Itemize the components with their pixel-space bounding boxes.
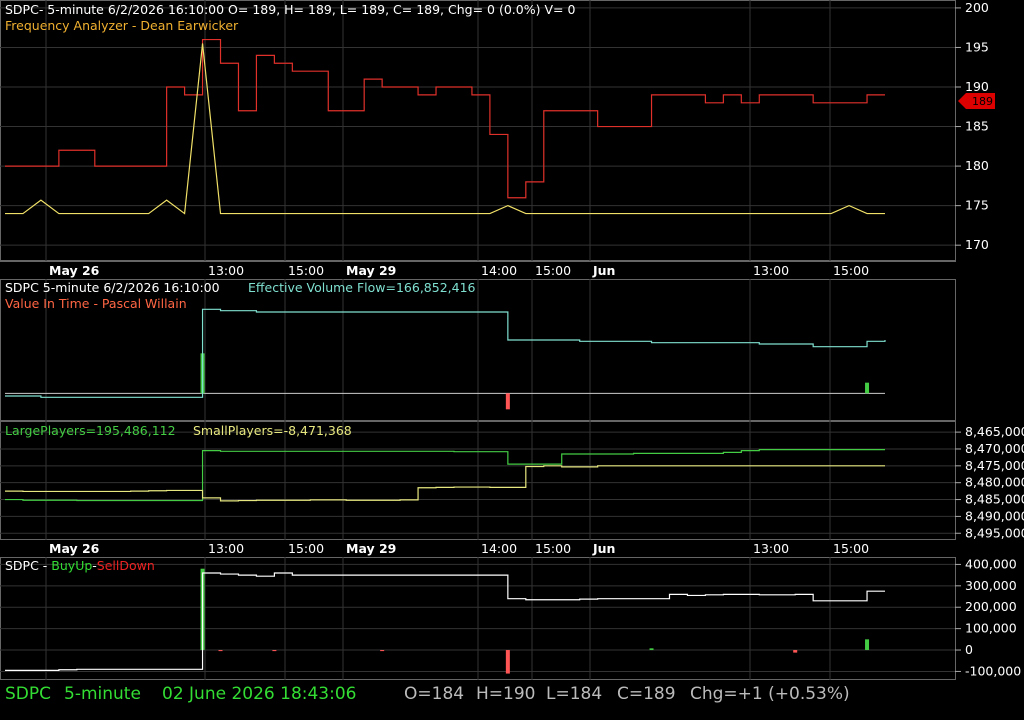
- buyup-axis-tick-label: 200,000: [965, 599, 1017, 614]
- time-axis-tick-label: 13:00: [753, 263, 789, 278]
- value-in-time-label: Value In Time - Pascal Willain: [5, 296, 187, 311]
- price-axis-tick-label: 170: [965, 237, 989, 252]
- time-axis-tick-label: May 26: [49, 541, 100, 556]
- footer-datetime: 02 June 2026 18:43:06: [162, 684, 357, 704]
- time-axis-tick-label: 15:00: [288, 541, 324, 556]
- status-bar: SDPC 5-minute 02 June 2026 18:43:06 O=18…: [0, 682, 1024, 710]
- buyup-selldown-bar: [380, 650, 385, 652]
- players-axis-tick-label: 8,465,000: [965, 424, 1024, 439]
- value-in-time-bar: [505, 393, 510, 410]
- time-axis-middle[interactable]: [0, 540, 956, 557]
- frequency-analyzer-label: Frequency Analyzer - Dean Earwicker: [5, 18, 239, 33]
- players-axis-tick-label: 8,495,000: [965, 525, 1024, 540]
- effective-volume-flow-label: Effective Volume Flow=166,852,416: [248, 280, 476, 295]
- buyup-selldown-bar: [865, 639, 870, 651]
- buyup-label: BuyUp: [51, 558, 92, 573]
- time-axis-tick-label: 15:00: [833, 263, 869, 278]
- price-axis-tick-label: 180: [965, 158, 989, 173]
- buyup-selldown-header: SDPC - BuyUp-SellDown: [5, 558, 155, 573]
- buyup-axis-tick-label: 400,000: [965, 556, 1017, 571]
- buyup-axis-tick-label: 0: [965, 642, 973, 657]
- footer-change: Chg=+1 (+0.53%): [690, 684, 850, 704]
- chart-stage: May 26 May 26 13:00 13:00 15:00 15:00 May 29 Ma…: [0, 0, 1024, 720]
- footer-high: H=190: [476, 684, 536, 704]
- time-axis-tick-label: 15:00: [833, 541, 869, 556]
- buyup-selldown-bar: [505, 650, 510, 674]
- time-axis-tick-label: May 26: [49, 263, 100, 278]
- buyup-selldown-bar: [793, 650, 798, 653]
- footer-symbol: SDPC: [5, 684, 52, 704]
- players-axis-tick-label: 8,485,000: [965, 492, 1024, 507]
- value-in-time-header: SDPC 5-minute 6/2/2026 16:10:00: [5, 280, 220, 295]
- footer-open: O=184: [404, 684, 465, 704]
- price-axis-tick-label: 195: [965, 39, 989, 54]
- time-axis-tick-label: May 29: [346, 263, 396, 278]
- time-axis-tick-label: Jun: [592, 541, 615, 556]
- selldown-label: SellDown: [97, 558, 155, 573]
- value-in-time-bar: [865, 382, 870, 394]
- buyup-axis-tick-label: 300,000: [965, 578, 1017, 593]
- time-axis-tick-label: 13:00: [208, 263, 244, 278]
- footer-close: C=189: [617, 684, 676, 704]
- time-axis-tick-label: 15:00: [288, 263, 324, 278]
- price-axis-tick-label: 175: [965, 198, 989, 213]
- players-axis-tick-label: 8,470,000: [965, 441, 1024, 456]
- buyup-axis-tick-label: -100,000: [965, 663, 1021, 678]
- buyup-selldown-bar: [218, 650, 223, 652]
- price-axis-tick-label: 185: [965, 119, 989, 134]
- footer-interval: 5-minute: [64, 684, 141, 704]
- small-players-label: SmallPlayers=-8,471,368: [193, 423, 352, 438]
- price-axis-tick-label: 190: [965, 79, 989, 94]
- players-axis-tick-label: 8,490,000: [965, 508, 1024, 523]
- time-axis-tick-label: May 29: [346, 541, 396, 556]
- price-axis-tick-label: 200: [965, 0, 989, 15]
- time-axis-top[interactable]: [0, 261, 956, 279]
- price-panel-header: SDPC- 5-minute 6/2/2026 16:10:00 O= 189,…: [5, 2, 575, 17]
- buyup-selldown-bar: [649, 648, 654, 651]
- time-axis-tick-label: 14:00: [481, 541, 517, 556]
- players-axis-tick-label: 8,480,000: [965, 475, 1024, 490]
- time-axis-tick-label: 13:00: [753, 541, 789, 556]
- buyup-axis-tick-label: 100,000: [965, 621, 1017, 636]
- large-players-label: LargePlayers=195,486,112: [5, 423, 176, 438]
- chart-background: [0, 0, 1024, 720]
- buyup-selldown-bar: [272, 650, 277, 652]
- time-axis-tick-label: 15:00: [535, 541, 571, 556]
- buyup-prefix: SDPC -: [5, 558, 51, 573]
- last-price-tag-label: 189: [972, 95, 993, 108]
- time-axis-tick-label: 15:00: [535, 263, 571, 278]
- time-axis-tick-label: Jun: [592, 263, 615, 278]
- time-axis-tick-label: 14:00: [481, 263, 517, 278]
- players-axis-tick-label: 8,475,000: [965, 458, 1024, 473]
- time-axis-tick-label: 13:00: [208, 541, 244, 556]
- footer-low: L=184: [546, 684, 603, 704]
